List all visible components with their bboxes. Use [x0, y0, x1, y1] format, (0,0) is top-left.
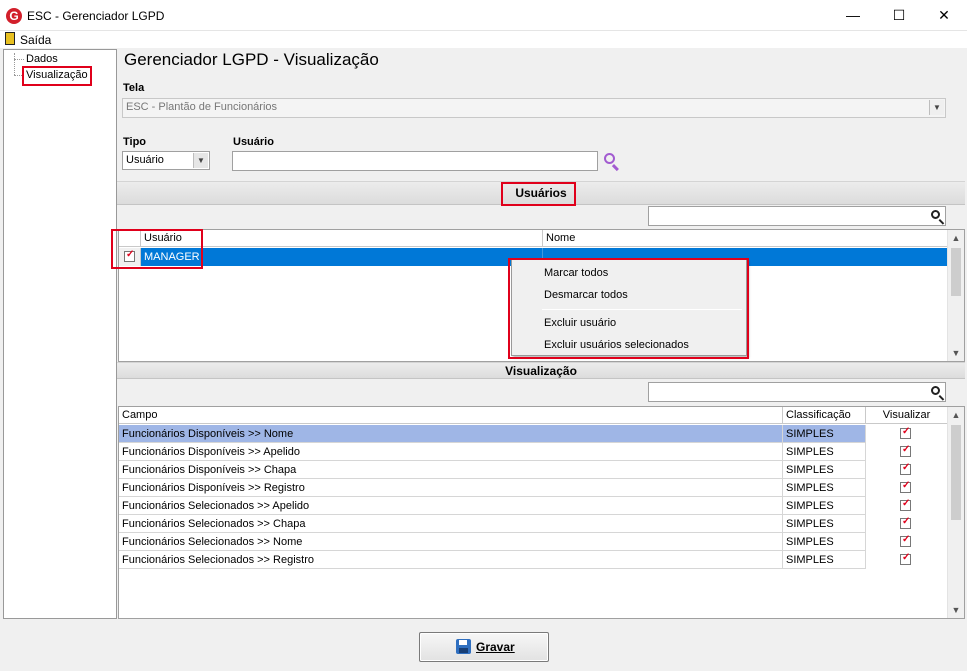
checkbox-icon[interactable] [900, 480, 911, 493]
visualizacao-grid[interactable]: Campo Classificação Visualizar Funcionár… [118, 406, 965, 619]
close-button[interactable]: ✕ [921, 0, 967, 31]
grid-header-campo[interactable]: Campo [119, 407, 783, 424]
window-title: ESC - Gerenciador LGPD [27, 9, 165, 23]
checkbox-icon[interactable] [900, 534, 911, 547]
scroll-thumb[interactable] [951, 248, 961, 296]
cell-classificacao: SIMPLES [783, 461, 866, 479]
cell-visualizar[interactable] [866, 533, 948, 551]
cell-campo: Funcionários Disponíveis >> Apelido [119, 443, 783, 461]
cell-visualizar[interactable] [866, 551, 948, 569]
maximize-button[interactable]: ☐ [876, 0, 922, 31]
annotation-highlight [22, 66, 92, 86]
cell-classificacao: SIMPLES [783, 515, 866, 533]
tipo-value: Usuário [126, 154, 164, 166]
search-icon[interactable] [931, 386, 940, 395]
annotation-highlight [508, 258, 749, 359]
page-title: Gerenciador LGPD - Visualização [124, 50, 379, 69]
table-row[interactable]: Funcionários Selecionados >> Registro SIM… [119, 551, 948, 569]
navigation-tree: Dados Visualização [3, 49, 117, 619]
scroll-up-icon[interactable]: ▲ [948, 407, 964, 423]
grid-header-classificacao[interactable]: Classificação [783, 407, 866, 424]
exit-icon[interactable] [5, 32, 15, 45]
usuario-label: Usuário [233, 136, 274, 148]
cell-campo: Funcionários Disponíveis >> Nome [119, 425, 783, 443]
cell-campo: Funcionários Selecionados >> Apelido [119, 497, 783, 515]
cell-visualizar[interactable] [866, 425, 948, 443]
annotation-highlight [111, 229, 203, 269]
checkbox-icon[interactable] [900, 426, 911, 439]
scroll-down-icon[interactable]: ▼ [948, 345, 964, 361]
tree-connector [14, 59, 24, 60]
chevron-down-icon: ▼ [929, 100, 944, 115]
cell-campo: Funcionários Disponíveis >> Chapa [119, 461, 783, 479]
table-row[interactable]: Funcionários Disponíveis >> Chapa SIMPLES [119, 461, 948, 479]
table-row[interactable]: Funcionários Disponíveis >> Apelido SIMPL… [119, 443, 948, 461]
cell-classificacao: SIMPLES [783, 443, 866, 461]
app-logo-icon: G [6, 8, 22, 24]
table-row[interactable]: Funcionários Selecionados >> Nome SIMPLES [119, 533, 948, 551]
tree-item-dados[interactable]: Dados [26, 53, 58, 65]
save-button[interactable]: Gravar [419, 632, 549, 662]
cell-visualizar[interactable] [866, 497, 948, 515]
scroll-down-icon[interactable]: ▼ [948, 602, 964, 618]
table-row[interactable]: Funcionários Selecionados >> Chapa SIMPLE… [119, 515, 948, 533]
cell-campo: Funcionários Selecionados >> Nome [119, 533, 783, 551]
visualizacao-section-header: Visualização [117, 362, 965, 379]
tela-select[interactable]: ESC - Plantão de Funcionários ▼ [122, 98, 946, 118]
save-button-label: Gravar [476, 640, 515, 654]
cell-campo: Funcionários Disponíveis >> Registro [119, 479, 783, 497]
visualizacao-search-input[interactable] [648, 382, 946, 402]
checkbox-icon[interactable] [900, 552, 911, 565]
checkbox-icon[interactable] [900, 444, 911, 457]
table-row[interactable]: Funcionários Disponíveis >> Registro SIMP… [119, 479, 948, 497]
cell-campo: Funcionários Selecionados >> Chapa [119, 515, 783, 533]
chevron-down-icon: ▼ [193, 153, 208, 168]
search-icon[interactable] [931, 210, 940, 219]
tela-label: Tela [123, 82, 145, 94]
annotation-highlight [501, 182, 576, 206]
checkbox-icon[interactable] [900, 516, 911, 529]
grid-header-nome[interactable]: Nome [543, 230, 948, 247]
table-row[interactable]: Funcionários Selecionados >> Apelido SIMP… [119, 497, 948, 515]
scroll-up-icon[interactable]: ▲ [948, 230, 964, 246]
cell-classificacao: SIMPLES [783, 425, 866, 443]
checkbox-icon[interactable] [900, 462, 911, 475]
cell-visualizar[interactable] [866, 479, 948, 497]
cell-classificacao: SIMPLES [783, 533, 866, 551]
usuarios-scrollbar[interactable]: ▲ ▼ [947, 230, 964, 361]
tree-connector [14, 53, 15, 75]
cell-classificacao: SIMPLES [783, 497, 866, 515]
menu-bar [0, 31, 967, 48]
cell-campo: Funcionários Selecionados >> Registro [119, 551, 783, 569]
table-row[interactable]: Funcionários Disponíveis >> Nome SIMPLES [119, 425, 948, 443]
checkbox-icon[interactable] [900, 498, 911, 511]
tipo-select[interactable]: Usuário ▼ [122, 151, 210, 170]
cell-classificacao: SIMPLES [783, 479, 866, 497]
tela-value: ESC - Plantão de Funcionários [126, 101, 278, 113]
menu-item-exit[interactable]: Saída [20, 33, 51, 47]
cell-visualizar[interactable] [866, 443, 948, 461]
usuario-input[interactable] [232, 151, 598, 171]
cell-visualizar[interactable] [866, 515, 948, 533]
visualizacao-section-title: Visualização [505, 364, 577, 378]
search-icon[interactable] [603, 152, 621, 172]
visualizacao-scrollbar[interactable]: ▲ ▼ [947, 407, 964, 618]
tipo-label: Tipo [123, 136, 147, 148]
cell-classificacao: SIMPLES [783, 551, 866, 569]
usuarios-search-input[interactable] [648, 206, 946, 226]
scroll-thumb[interactable] [951, 425, 961, 520]
cell-visualizar[interactable] [866, 461, 948, 479]
save-label-text: Gravar [476, 640, 515, 654]
minimize-button[interactable]: — [830, 0, 876, 31]
grid-header-visualizar[interactable]: Visualizar [866, 407, 948, 424]
save-icon [456, 639, 471, 654]
